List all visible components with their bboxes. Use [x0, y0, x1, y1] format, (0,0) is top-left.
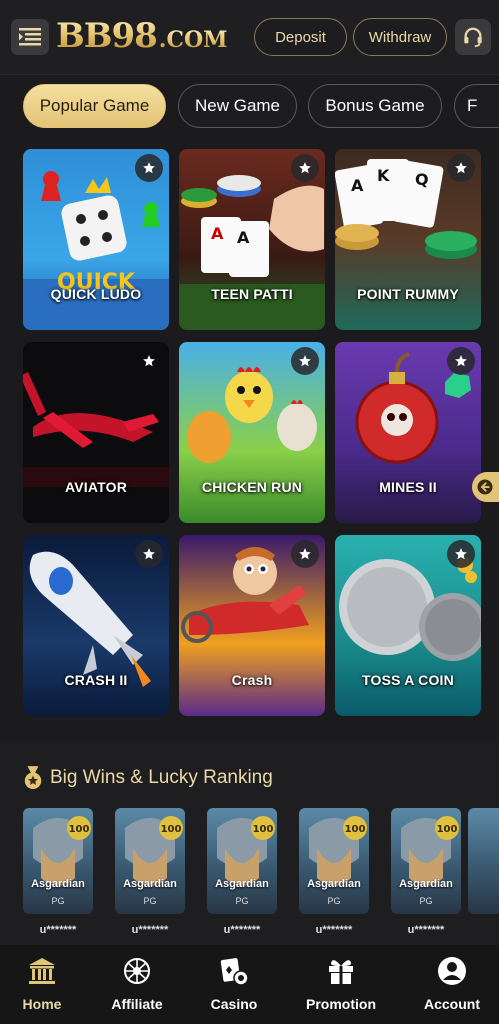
game-card-crash[interactable]: Crash	[179, 535, 325, 716]
win-game-name: Asgardian	[31, 878, 85, 890]
menu-button[interactable]	[11, 19, 49, 55]
win-provider: PG	[419, 896, 433, 906]
svg-text:100: 100	[69, 824, 90, 835]
favorite-star-icon[interactable]	[447, 154, 475, 182]
favorite-star-icon[interactable]	[447, 540, 475, 568]
big-wins-heading: Big Wins & Lucky Ranking	[22, 766, 273, 790]
game-title: TOSS A COIN	[362, 672, 454, 688]
win-username: u*******	[39, 924, 77, 936]
favorite-star-icon[interactable]	[291, 347, 319, 375]
win-item[interactable]: 100 Asgardian PG u*******	[115, 808, 185, 936]
favorite-star-icon[interactable]	[135, 540, 163, 568]
menu-icon	[19, 28, 41, 46]
favorite-star-icon[interactable]	[135, 154, 163, 182]
asgardian-thumbnail	[468, 808, 499, 914]
tab-new-game[interactable]: New Game	[178, 84, 297, 128]
nav-label: Home	[22, 996, 62, 1012]
win-item[interactable]: 100 Asgardian PG u*******	[391, 808, 461, 936]
win-item[interactable]: 100 Asgardian PG u*******	[299, 808, 369, 936]
win-game-name: Asgardian	[123, 878, 177, 890]
support-button[interactable]	[455, 19, 491, 55]
account-icon	[438, 957, 466, 985]
game-title: TEEN PATTI	[211, 286, 293, 302]
brand-logo[interactable]: BB98 .COM	[56, 16, 227, 56]
withdraw-button[interactable]: Withdraw	[353, 18, 447, 56]
win-game-name: Asgardian	[399, 878, 453, 890]
win-username: u*******	[223, 924, 261, 936]
nav-label: Account	[424, 996, 480, 1012]
nav-label: Casino	[210, 996, 258, 1012]
favorite-star-icon[interactable]	[447, 347, 475, 375]
game-card-crash-ii[interactable]: CRASH II	[23, 535, 169, 716]
svg-text:100: 100	[437, 824, 458, 835]
win-provider: PG	[235, 896, 249, 906]
medal-icon	[24, 766, 42, 789]
favorite-star-icon[interactable]	[291, 540, 319, 568]
top-header: BB98 .COM Deposit Withdraw	[0, 0, 499, 75]
svg-text:100: 100	[345, 824, 366, 835]
svg-text:100: 100	[253, 824, 274, 835]
tab-bonus-game[interactable]: Bonus Game	[308, 84, 442, 128]
nav-home[interactable]: Home	[0, 955, 90, 1017]
win-item[interactable]: 100 Asgardian PG u*******	[23, 808, 93, 936]
nav-casino[interactable]: Casino	[186, 955, 282, 1017]
svg-text:Q: Q	[415, 170, 429, 189]
logo-text: BB98	[56, 16, 158, 56]
win-provider: PG	[327, 896, 341, 906]
arrow-left-icon	[477, 479, 493, 495]
win-username: u*******	[407, 924, 445, 936]
side-collapse-tab[interactable]	[472, 472, 499, 502]
game-title: CHICKEN RUN	[201, 479, 303, 495]
nav-affiliate[interactable]: Affiliate	[89, 955, 185, 1017]
game-title: CRASH II	[64, 672, 128, 688]
nav-label: Promotion	[306, 996, 376, 1012]
game-card-mines-ii[interactable]: MINES II	[335, 342, 481, 523]
headset-icon	[464, 27, 482, 48]
win-username: u*******	[131, 924, 169, 936]
nav-account[interactable]: Account	[404, 955, 499, 1017]
logo-suffix: .COM	[158, 27, 228, 53]
bottom-navigation: Home Affiliate Casino Promotion Account	[0, 945, 499, 1024]
game-card-chicken-run[interactable]: CHICKEN RUN	[179, 342, 325, 523]
win-game-name: Asgardian	[215, 878, 269, 890]
svg-text:100: 100	[161, 824, 182, 835]
win-provider: PG	[143, 896, 157, 906]
home-icon	[29, 958, 55, 984]
win-username: u*******	[315, 924, 353, 936]
game-title: AVIATOR	[64, 479, 128, 495]
tab-popular-game[interactable]: Popular Game	[23, 84, 166, 128]
big-wins-section: Big Wins & Lucky Ranking 100 Asgardian P…	[0, 740, 499, 945]
promotion-icon	[329, 960, 353, 984]
game-card-point-rummy[interactable]: A K Q POINT RUMMY	[335, 149, 481, 330]
tab-next[interactable]: F	[454, 84, 499, 128]
game-card-quick-ludo[interactable]: QUICK QUICK LUDO	[23, 149, 169, 330]
deposit-button[interactable]: Deposit	[254, 18, 347, 56]
svg-text:A: A	[237, 228, 250, 247]
game-title: QUICK LUDO	[50, 286, 142, 302]
nav-promotion[interactable]: Promotion	[293, 955, 389, 1017]
nav-label: Affiliate	[111, 996, 163, 1012]
game-title: MINES II	[379, 479, 437, 495]
game-title: POINT RUMMY	[357, 286, 459, 302]
svg-text:A: A	[211, 224, 224, 243]
svg-text:K: K	[377, 166, 390, 185]
casino-icon	[220, 958, 249, 986]
win-item[interactable]: 100 Asgardian PG u*******	[207, 808, 277, 936]
game-title: Crash	[231, 672, 273, 688]
game-card-toss-a-coin[interactable]: TOSS A COIN	[335, 535, 481, 716]
favorite-star-icon[interactable]	[135, 347, 163, 375]
big-wins-title: Big Wins & Lucky Ranking	[50, 767, 273, 788]
game-category-tabs: Popular Game New Game Bonus Game F	[0, 84, 499, 130]
win-item-partial[interactable]	[468, 808, 499, 914]
game-card-aviator[interactable]: AVIATOR	[23, 342, 169, 523]
favorite-star-icon[interactable]	[291, 154, 319, 182]
affiliate-icon	[124, 958, 150, 984]
win-provider: PG	[51, 896, 65, 906]
win-game-name: Asgardian	[307, 878, 361, 890]
svg-text:A: A	[351, 176, 364, 195]
game-card-teen-patti[interactable]: A A TEEN PATTI	[179, 149, 325, 330]
